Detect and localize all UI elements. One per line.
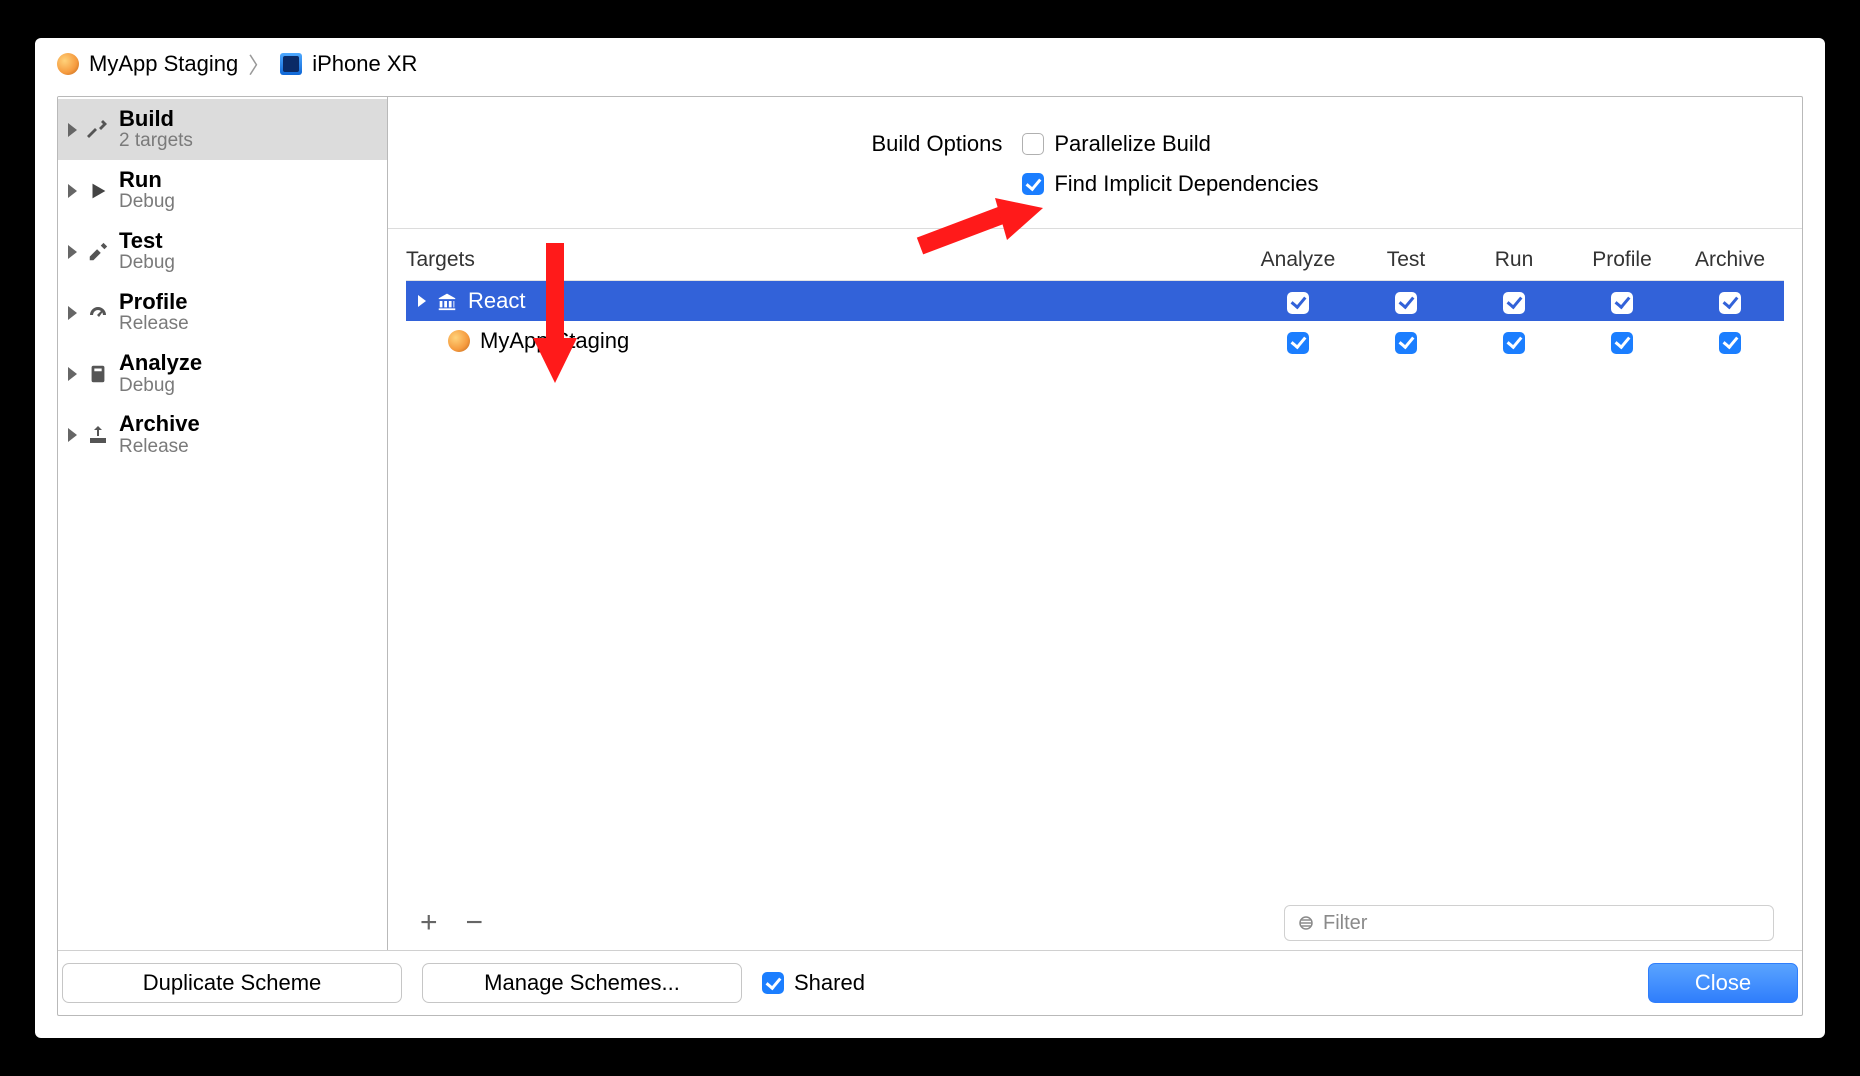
filter-field[interactable]: Filter: [1284, 905, 1774, 941]
scheme-editor-window: MyApp Staging 〉 iPhone XR Build 2 target…: [35, 38, 1825, 1038]
disclosure-triangle-icon: [68, 184, 77, 198]
run-checkbox[interactable]: [1503, 332, 1525, 354]
manage-schemes-button[interactable]: Manage Schemes...: [422, 963, 742, 1003]
sidebar-item-label: Test: [119, 229, 175, 253]
breadcrumb-separator: 〉: [248, 48, 270, 80]
sheet: Build 2 targets Run Debug: [57, 96, 1803, 1016]
test-checkbox[interactable]: [1395, 332, 1417, 354]
table-row[interactable]: React: [406, 281, 1784, 321]
shared-row[interactable]: Shared: [762, 970, 865, 996]
play-icon: [85, 180, 111, 202]
sidebar-item-sub: Debug: [119, 253, 175, 274]
build-options: Build Options Parallelize Build Find Imp…: [388, 97, 1802, 229]
implicit-deps-row[interactable]: Find Implicit Dependencies: [1022, 171, 1318, 197]
sidebar-item-profile[interactable]: Profile Release: [58, 282, 387, 343]
sidebar-item-build[interactable]: Build 2 targets: [58, 99, 387, 160]
disclosure-triangle-icon: [68, 367, 77, 381]
sidebar-item-analyze[interactable]: Analyze Debug: [58, 343, 387, 404]
sidebar-item-label: Run: [119, 168, 175, 192]
sidebar-item-sub: Release: [119, 314, 189, 335]
target-name: React: [468, 288, 525, 314]
wrench-icon: [85, 241, 111, 263]
sidebar-item-label: Profile: [119, 290, 189, 314]
table-footer: + − Filter: [406, 896, 1784, 950]
sidebar-item-label: Analyze: [119, 351, 202, 375]
run-checkbox[interactable]: [1503, 292, 1525, 314]
profile-checkbox[interactable]: [1611, 332, 1633, 354]
sidebar-item-label: Build: [119, 107, 193, 131]
implicit-deps-checkbox[interactable]: [1022, 173, 1044, 195]
targets-table-header: Targets Analyze Test Run Profile Archive: [406, 239, 1784, 281]
col-analyze: Analyze: [1244, 248, 1352, 272]
sidebar-item-label: Archive: [119, 412, 200, 436]
remove-target-button[interactable]: −: [466, 906, 484, 940]
sidebar-item-sub: Debug: [119, 192, 175, 213]
filter-placeholder: Filter: [1323, 912, 1367, 935]
sidebar-item-test[interactable]: Test Debug: [58, 221, 387, 282]
sidebar-item-sub: Debug: [119, 376, 202, 397]
test-checkbox[interactable]: [1395, 292, 1417, 314]
analyze-icon: [85, 363, 111, 385]
targets-table: Targets Analyze Test Run Profile Archive: [406, 239, 1784, 950]
analyze-checkbox[interactable]: [1287, 292, 1309, 314]
breadcrumb-scheme[interactable]: MyApp Staging: [89, 51, 238, 77]
content-pane: Build Options Parallelize Build Find Imp…: [388, 97, 1802, 950]
archive-icon: [85, 423, 111, 447]
disclosure-triangle-icon: [68, 123, 77, 137]
analyze-checkbox[interactable]: [1287, 332, 1309, 354]
sidebar: Build 2 targets Run Debug: [58, 97, 388, 950]
add-target-button[interactable]: +: [420, 906, 438, 940]
col-profile: Profile: [1568, 248, 1676, 272]
bottom-bar: Duplicate Scheme Manage Schemes... Share…: [58, 951, 1802, 1015]
target-name: MyApp Staging: [480, 328, 629, 354]
disclosure-triangle-icon: [68, 306, 77, 320]
col-run: Run: [1460, 248, 1568, 272]
archive-checkbox[interactable]: [1719, 292, 1741, 314]
breadcrumb: MyApp Staging 〉 iPhone XR: [35, 38, 1825, 90]
sidebar-item-archive[interactable]: Archive Release: [58, 404, 387, 465]
filter-icon: [1297, 914, 1315, 932]
col-archive: Archive: [1676, 248, 1784, 272]
shared-label: Shared: [794, 970, 865, 996]
table-row[interactable]: MyApp Staging: [406, 321, 1784, 361]
parallelize-build-label: Parallelize Build: [1054, 131, 1211, 157]
implicit-deps-label: Find Implicit Dependencies: [1054, 171, 1318, 197]
parallelize-build-row[interactable]: Parallelize Build: [1022, 131, 1318, 157]
archive-checkbox[interactable]: [1719, 332, 1741, 354]
shared-checkbox[interactable]: [762, 972, 784, 994]
col-targets: Targets: [406, 248, 1244, 272]
hammer-icon: [85, 118, 111, 142]
scheme-icon: [57, 53, 79, 75]
disclosure-triangle-icon: [68, 245, 77, 259]
app-icon: [448, 330, 470, 352]
framework-icon: [436, 290, 458, 312]
gauge-icon: [85, 301, 111, 325]
duplicate-scheme-button[interactable]: Duplicate Scheme: [62, 963, 402, 1003]
parallelize-build-checkbox[interactable]: [1022, 133, 1044, 155]
disclosure-triangle-icon[interactable]: [418, 295, 426, 307]
device-icon: [280, 53, 302, 75]
sidebar-item-run[interactable]: Run Debug: [58, 160, 387, 221]
sidebar-item-sub: 2 targets: [119, 131, 193, 152]
col-test: Test: [1352, 248, 1460, 272]
sidebar-item-sub: Release: [119, 437, 200, 458]
breadcrumb-device[interactable]: iPhone XR: [312, 51, 417, 77]
disclosure-triangle-icon: [68, 428, 77, 442]
build-options-label: Build Options: [872, 131, 1003, 157]
profile-checkbox[interactable]: [1611, 292, 1633, 314]
close-button[interactable]: Close: [1648, 963, 1798, 1003]
